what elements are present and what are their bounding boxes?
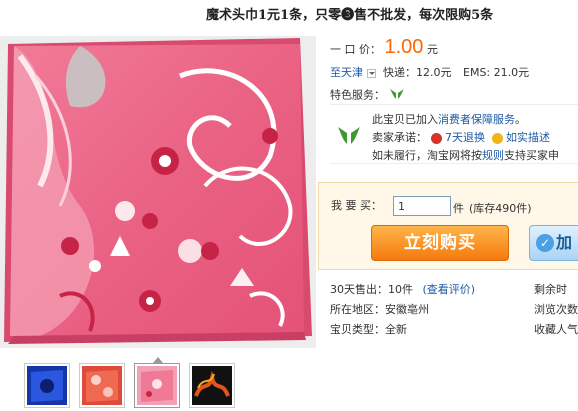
consumer-line3: 如未履行，淘宝网将按规则支持买家申 [372,147,559,163]
quantity-unit: 件 [453,202,464,215]
type-row: 宝贝类型：全新 [330,320,407,340]
purchase-box: 我 要 买： 件 (库存490件) 立刻购买 ✓ 加 [318,182,578,270]
remaining-time-label: 剩余时 [534,283,567,296]
location-label: 所在地区： [330,303,385,316]
seven-day-return-icon [430,132,442,144]
guarantee-hands-icon[interactable] [389,86,405,105]
thumbnail-pink[interactable] [134,357,180,408]
price-row: 一 口 价： 1.00 元 [330,36,438,61]
add-to-cart-button[interactable]: ✓ 加 [529,225,578,261]
location-value: 安徽亳州 [385,303,429,316]
rules-link[interactable]: 规则 [482,149,504,162]
consumer-protection-box: 此宝贝已加入消费者保障服务。 卖家承诺： 7天退换 如实描述 如未履行，淘宝网将… [330,104,578,164]
accurate-description-link[interactable]: 如实描述 [506,131,550,144]
sold-row: 30天售出：10件 (查看评价) [330,280,475,300]
shipping-express: 快递：12.0元 [383,66,452,79]
promise-label: 卖家承诺： [372,131,427,144]
price-label: 一 口 价： [330,43,381,56]
price-value: 1.00 [384,36,424,58]
service-row: 特色服务： [330,86,405,105]
add-to-cart-label: 加 [556,233,573,252]
consumer-line1-suffix: 。 [515,113,526,126]
type-label: 宝贝类型： [330,323,385,336]
selected-indicator [153,357,163,363]
location-row: 所在地区：安徽亳州 [330,300,429,320]
quantity-label: 我 要 买： [331,199,382,212]
buy-now-button[interactable]: 立刻购买 [371,225,509,261]
seven-day-return-link[interactable]: 7天退换 [445,131,485,144]
sold-value: 10件 [388,283,413,296]
price-unit: 元 [426,43,438,56]
quantity-input[interactable] [393,196,451,216]
consumer-line1: 此宝贝已加入消费者保障服务。 [372,111,526,127]
item-title: 魔术头巾1元1条，只零❸售不批发，每次限购5条 [206,8,494,23]
consumer-line3-suffix: 支持买家申 [504,149,559,162]
consumer-line2: 卖家承诺： 7天退换 如实描述 [372,129,550,145]
shipping-row: 至天津 快递：12.0元 EMS: 21.0元 [330,64,529,80]
consumer-line1-text: 此宝贝已加入 [372,113,438,126]
product-bandana-image [0,36,316,348]
consumer-protection-link[interactable]: 消费者保障服务 [438,113,515,126]
thumbnail-black-flame[interactable] [189,363,235,408]
accurate-description-icon [491,132,503,144]
view-reviews-link[interactable]: (查看评价) [423,283,476,296]
shipping-destination[interactable]: 至天津 [330,66,363,79]
views-label: 浏览次数 [534,303,578,316]
consumer-line3-text: 如未履行，淘宝网将按 [372,149,482,162]
thumbnail-blue[interactable] [24,363,70,408]
guarantee-hands-large-icon [336,123,362,148]
product-main-image[interactable] [0,36,316,348]
sold-label: 30天售出： [330,283,388,296]
chevron-down-icon[interactable] [366,68,376,78]
shipping-ems: EMS: 21.0元 [463,66,530,79]
thumbnail-red[interactable] [79,363,125,408]
type-value: 全新 [385,323,407,336]
stock-count: (库存490件) [469,202,532,215]
collect-label: 收藏人气 [534,323,578,336]
service-label: 特色服务： [330,88,385,102]
cart-icon: ✓ [536,234,554,252]
